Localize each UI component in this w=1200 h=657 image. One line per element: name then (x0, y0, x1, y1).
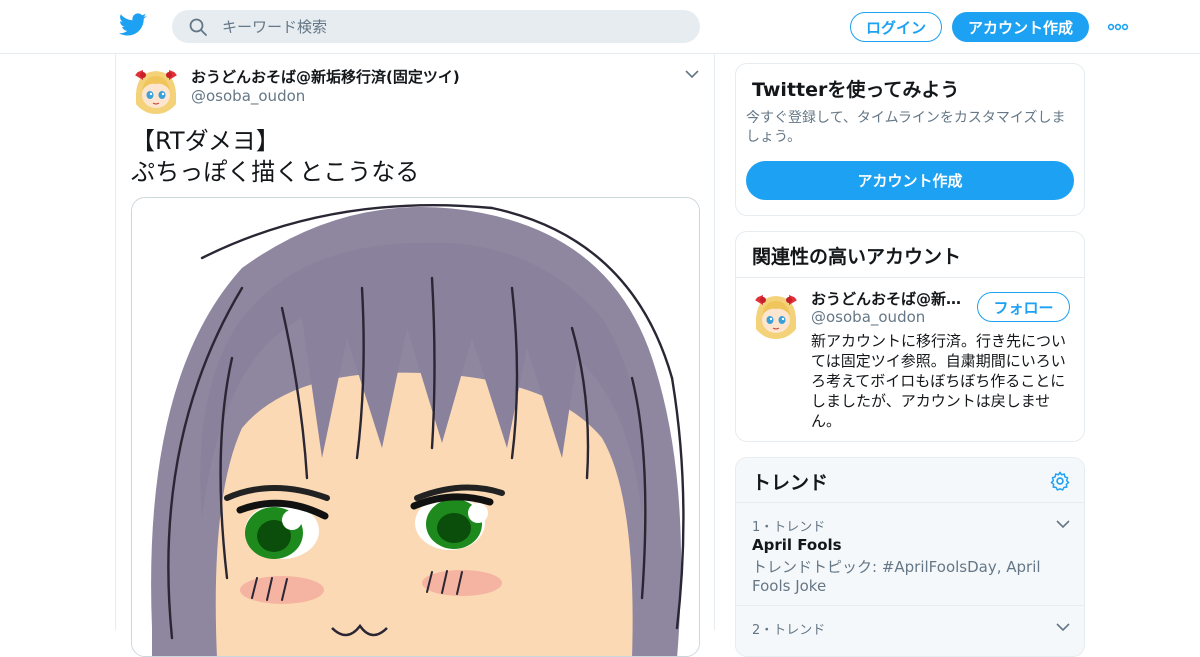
related-card-title: 関連性の高いアカウント (752, 246, 962, 268)
tweet-media-image[interactable] (131, 197, 700, 657)
follow-button[interactable]: フォロー (977, 292, 1070, 322)
login-button[interactable]: ログイン (850, 12, 942, 42)
trends-title: トレンド (752, 472, 829, 494)
trends-header: トレンド (736, 458, 1084, 503)
create-account-button[interactable]: アカウント作成 (746, 161, 1074, 200)
anime-drawing-illustration (132, 198, 699, 656)
trend-item[interactable]: 2・トレンド (736, 607, 1084, 656)
related-account-handle[interactable]: @osoba_oudon (811, 308, 925, 326)
trend-meta: トレンドトピック: #AprilFoolsDay, April Fools Jo… (752, 558, 1041, 595)
chevron-down-icon[interactable] (1055, 621, 1071, 633)
related-account-avatar[interactable] (751, 289, 801, 339)
chevron-down-icon[interactable] (1055, 518, 1071, 530)
twitter-bird-logo-icon[interactable] (119, 13, 147, 37)
chevron-down-icon[interactable] (684, 68, 700, 80)
tweet-author-name[interactable]: おうどんおそば@新垢移行済(固定ツイ) (191, 66, 460, 87)
trend-name[interactable]: April Fools (752, 536, 842, 554)
gear-icon[interactable] (1049, 470, 1071, 492)
search-box[interactable] (172, 10, 700, 43)
join-twitter-card: Twitterを使ってみよう 今すぐ登録して、タイムラインをカスタマイズしましょ… (735, 63, 1085, 216)
trend-rank: 1・トレンド (752, 520, 826, 535)
tweet-author-handle[interactable]: @osoba_oudon (191, 87, 305, 105)
tweet-text: 【RTダメヨ】 ぷちっぽく描くとこうなる (131, 127, 420, 186)
tweet-column: おうどんおそば@新垢移行済(固定ツイ) @osoba_oudon 【RTダメヨ】… (115, 54, 715, 657)
related-accounts-card: 関連性の高いアカウント おうどんおそば@新垢移行済(固定ツイ) @osoba_o… (735, 231, 1085, 442)
search-input[interactable] (222, 10, 682, 43)
related-account-bio: 新アカウントに移行済。行き先については固定ツイ参照。自粛期間にいろいろ考えてボイ… (811, 332, 1067, 430)
join-card-description: 今すぐ登録して、タイムラインをカスタマイズしましょう。 (746, 110, 1066, 145)
signup-button[interactable]: アカウント作成 (952, 12, 1089, 42)
trend-rank: 2・トレンド (752, 623, 826, 638)
trend-item[interactable]: 1・トレンド April Fools トレンドトピック: #AprilFools… (736, 504, 1084, 606)
divider (736, 277, 1084, 278)
join-card-title: Twitterを使ってみよう (752, 79, 960, 101)
search-icon (189, 18, 207, 36)
author-avatar[interactable] (131, 64, 181, 114)
related-account-name[interactable]: おうどんおそば@新垢移行済(固定ツイ) (811, 288, 969, 309)
trends-card: トレンド 1・トレンド April Fools トレンドトピック: #April… (735, 457, 1085, 657)
more-options-icon[interactable] (1106, 17, 1130, 37)
anime-girl-avatar-icon (751, 289, 801, 339)
anime-girl-avatar-icon (131, 64, 181, 114)
top-navigation-bar: ログイン アカウント作成 (0, 0, 1200, 54)
